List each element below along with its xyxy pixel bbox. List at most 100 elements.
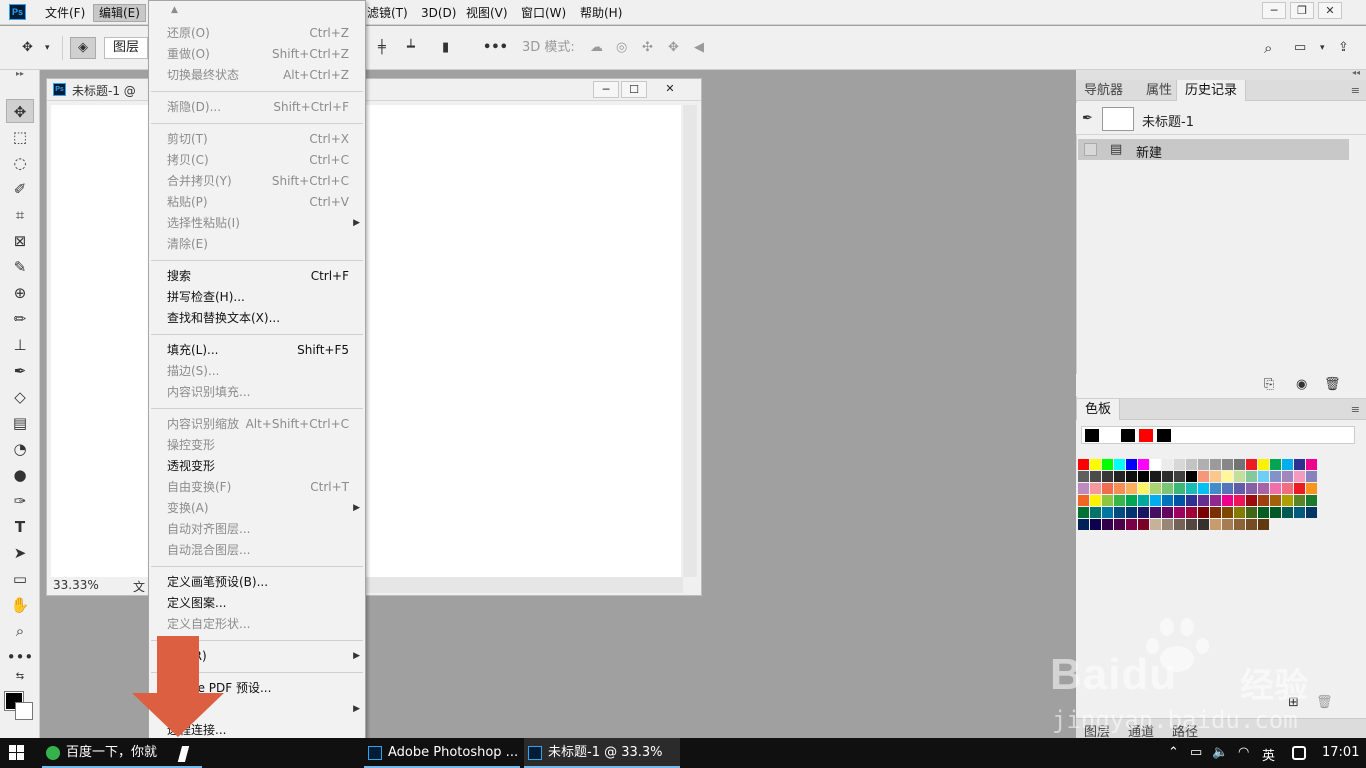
menu-item-redo[interactable]: 重做(O) Shift+Ctrl+Z bbox=[149, 44, 365, 65]
color-swatch[interactable] bbox=[1138, 459, 1150, 470]
color-swatch[interactable] bbox=[1222, 519, 1234, 530]
color-swatch[interactable] bbox=[1102, 471, 1114, 482]
zoom-level[interactable]: 33.33% bbox=[53, 578, 99, 592]
history-state-row[interactable]: ▤ 新建 bbox=[1078, 139, 1349, 161]
color-swatch[interactable] bbox=[1294, 459, 1306, 470]
color-swatch[interactable] bbox=[1306, 507, 1318, 518]
hand-tool-icon[interactable]: ✋ bbox=[6, 593, 34, 617]
taskbar-item-photoshop[interactable]: Adobe Photoshop ... bbox=[364, 738, 520, 768]
color-swatch[interactable] bbox=[1246, 459, 1258, 470]
color-swatch[interactable] bbox=[1258, 519, 1270, 530]
color-swatch[interactable] bbox=[1174, 495, 1186, 506]
color-swatch[interactable] bbox=[1198, 471, 1210, 482]
color-swatch[interactable] bbox=[1150, 495, 1162, 506]
color-swatch[interactable] bbox=[1078, 459, 1090, 470]
document-info[interactable]: 文 bbox=[133, 578, 145, 595]
menu-item-stroke[interactable]: 描边(S)... bbox=[149, 361, 365, 382]
menu-item-fill[interactable]: 填充(L)... Shift+F5 bbox=[149, 340, 365, 361]
menu-item-define-brush[interactable]: 定义画笔预设(B)... bbox=[149, 572, 365, 593]
tab-properties[interactable]: 属性 bbox=[1138, 80, 1180, 101]
type-tool-icon[interactable]: T bbox=[6, 515, 34, 539]
color-swatch[interactable] bbox=[1198, 483, 1210, 494]
recent-swatch[interactable] bbox=[1103, 429, 1117, 442]
color-swatch[interactable] bbox=[1114, 507, 1126, 518]
scroll-up-icon[interactable]: ▲ bbox=[171, 5, 178, 15]
share-icon[interactable]: ⇪ bbox=[1338, 38, 1349, 58]
menu-help[interactable]: 帮助(H) bbox=[575, 4, 627, 22]
eyedropper-tool-icon[interactable]: ✎ bbox=[6, 255, 34, 279]
taskbar-clock[interactable]: 17:01 bbox=[1322, 745, 1359, 760]
menu-item-auto-align-layers[interactable]: 自动对齐图层... bbox=[149, 519, 365, 540]
doc-close-button[interactable]: ✕ bbox=[657, 81, 683, 98]
more-options-icon[interactable]: ••• bbox=[483, 38, 508, 58]
collapse-arrows-icon[interactable]: ◂◂ bbox=[1352, 68, 1360, 77]
color-swatch[interactable] bbox=[1114, 495, 1126, 506]
color-swatch[interactable] bbox=[1258, 507, 1270, 518]
color-swatch[interactable] bbox=[1150, 519, 1162, 530]
align-bottom-icon[interactable]: ┷ bbox=[407, 38, 415, 58]
menu-item-search[interactable]: 搜索 Ctrl+F bbox=[149, 266, 365, 287]
clone-stamp-tool-icon[interactable]: ⊥ bbox=[6, 333, 34, 357]
color-swatch[interactable] bbox=[1114, 519, 1126, 530]
eraser-tool-icon[interactable]: ◇ bbox=[6, 385, 34, 409]
color-swatch[interactable] bbox=[1102, 507, 1114, 518]
color-swatch[interactable] bbox=[1090, 483, 1102, 494]
color-swatch[interactable] bbox=[1234, 459, 1246, 470]
swap-colors-icon[interactable]: ⇆ bbox=[6, 670, 34, 684]
color-swatch[interactable] bbox=[1162, 519, 1174, 530]
color-swatch[interactable] bbox=[1174, 471, 1186, 482]
path-select-tool-icon[interactable]: ➤ bbox=[6, 541, 34, 565]
menu-item-find-replace[interactable]: 查找和替换文本(X)... bbox=[149, 308, 365, 329]
color-swatch[interactable] bbox=[1198, 507, 1210, 518]
color-swatch[interactable] bbox=[1126, 495, 1138, 506]
color-swatch[interactable] bbox=[1246, 483, 1258, 494]
color-swatch[interactable] bbox=[1078, 495, 1090, 506]
color-swatch[interactable] bbox=[1150, 471, 1162, 482]
lasso-tool-icon[interactable]: ◌ bbox=[6, 151, 34, 175]
color-swatch[interactable] bbox=[1294, 507, 1306, 518]
color-swatch[interactable] bbox=[1186, 495, 1198, 506]
menu-item-content-aware-scale[interactable]: 内容识别缩放 Alt+Shift+Ctrl+C bbox=[149, 414, 365, 435]
color-swatch[interactable] bbox=[1234, 519, 1246, 530]
more-tools-icon[interactable]: ••• bbox=[6, 645, 34, 669]
color-swatch[interactable] bbox=[1222, 459, 1234, 470]
color-swatch[interactable] bbox=[1246, 519, 1258, 530]
color-swatch[interactable] bbox=[1198, 519, 1210, 530]
color-swatch[interactable] bbox=[1078, 519, 1090, 530]
3d-orbit-icon[interactable]: ☁ bbox=[590, 38, 603, 58]
search-icon[interactable]: ⌕ bbox=[1264, 38, 1272, 58]
marquee-tool-icon[interactable]: ⬚ bbox=[6, 125, 34, 149]
color-swatch[interactable] bbox=[1198, 459, 1210, 470]
color-swatch[interactable] bbox=[1246, 471, 1258, 482]
color-swatch[interactable] bbox=[1282, 483, 1294, 494]
panel-collapse-strip[interactable]: ◂◂ bbox=[1076, 68, 1366, 80]
chevron-down-icon[interactable]: ▾ bbox=[45, 38, 50, 58]
menu-item-define-pattern[interactable]: 定义图案... bbox=[149, 593, 365, 614]
doc-minimize-button[interactable]: ─ bbox=[593, 81, 619, 98]
color-swatch[interactable] bbox=[1078, 507, 1090, 518]
blur-tool-icon[interactable]: ◔ bbox=[6, 437, 34, 461]
color-swatch[interactable] bbox=[1126, 519, 1138, 530]
chevron-down-icon[interactable]: ▾ bbox=[1320, 38, 1325, 58]
rectangle-tool-icon[interactable]: ▭ bbox=[6, 567, 34, 591]
color-swatch[interactable] bbox=[1186, 459, 1198, 470]
color-swatch[interactable] bbox=[1270, 507, 1282, 518]
camera-icon[interactable]: ◉ bbox=[1296, 377, 1307, 392]
color-swatch[interactable] bbox=[1294, 495, 1306, 506]
menu-item-transform[interactable]: 变换(A) ▶ bbox=[149, 498, 365, 519]
color-swatch[interactable] bbox=[1258, 495, 1270, 506]
color-swatch[interactable] bbox=[1102, 519, 1114, 530]
history-brush-source-icon[interactable]: ✒ bbox=[1082, 111, 1093, 126]
document-titlebar[interactable]: Ps 未标题-1 @ ─ ☐ ✕ bbox=[47, 79, 701, 101]
color-swatch[interactable] bbox=[1138, 507, 1150, 518]
windows-start-icon[interactable] bbox=[9, 745, 25, 761]
3d-pan-icon[interactable]: ✣ bbox=[642, 38, 653, 58]
color-swatch[interactable] bbox=[1174, 483, 1186, 494]
menu-item-define-shape[interactable]: 定义自定形状... bbox=[149, 614, 365, 635]
move-tool-icon[interactable]: ✥ bbox=[22, 38, 33, 58]
color-swatch[interactable] bbox=[1258, 483, 1270, 494]
menu-item-fade[interactable]: 渐隐(D)... Shift+Ctrl+F bbox=[149, 97, 365, 118]
color-swatch[interactable] bbox=[1150, 459, 1162, 470]
color-swatch[interactable] bbox=[1234, 495, 1246, 506]
color-swatch[interactable] bbox=[1270, 483, 1282, 494]
